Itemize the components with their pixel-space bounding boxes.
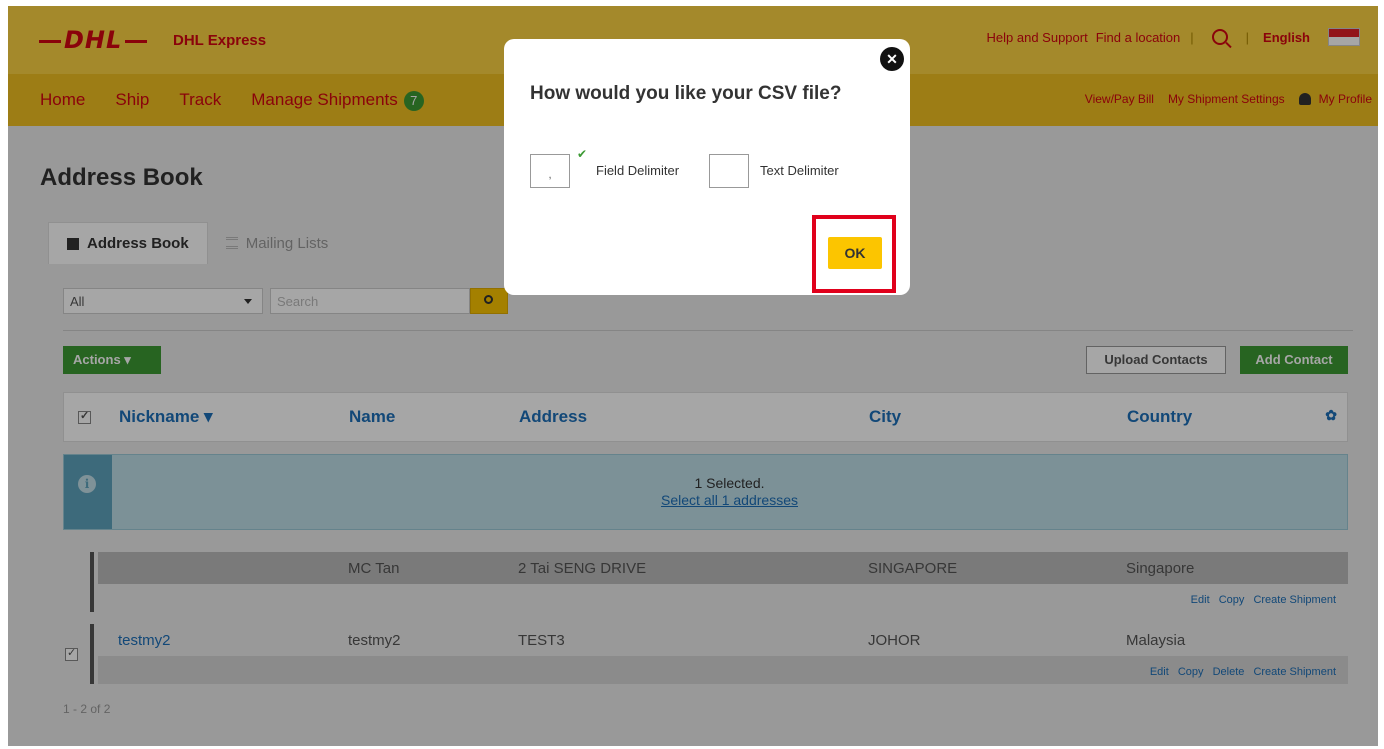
field-delimiter-label: Field Delimiter [596, 163, 680, 178]
ok-button[interactable]: OK [828, 237, 882, 269]
text-delimiter-input[interactable] [709, 154, 749, 188]
dialog-title: How would you like your CSV file? [530, 83, 842, 104]
checkmark-icon: ✔ [577, 147, 588, 161]
field-delimiter-input[interactable]: , [530, 154, 570, 188]
text-delimiter-label: Text Delimiter [760, 163, 839, 178]
ok-highlight-box: OK [812, 215, 896, 293]
close-icon[interactable]: ✕ [880, 47, 904, 71]
csv-options-dialog: ✕ How would you like your CSV file? , ✔ … [504, 39, 910, 295]
browser-page: DHL DHL Express Help and Support Find a … [8, 6, 1378, 746]
